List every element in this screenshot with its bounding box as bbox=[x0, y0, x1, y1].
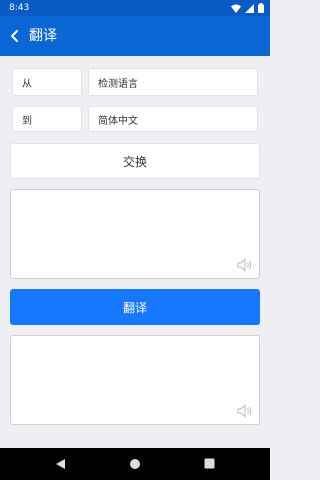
nav-recents-icon[interactable] bbox=[204, 458, 215, 469]
nav-home-icon[interactable] bbox=[129, 458, 141, 470]
app-bar: 翻译 bbox=[0, 16, 270, 56]
speaker-icon[interactable] bbox=[237, 258, 253, 272]
status-bar: 8:43 bbox=[0, 0, 270, 16]
status-icons bbox=[231, 3, 264, 13]
target-language-select[interactable]: 简体中文 bbox=[88, 106, 258, 132]
back-arrow-icon[interactable] bbox=[8, 28, 22, 44]
signal-icon bbox=[245, 3, 254, 13]
page-title: 翻译 bbox=[29, 28, 57, 44]
battery-icon bbox=[258, 3, 264, 13]
swap-button[interactable]: 交换 bbox=[10, 143, 260, 179]
to-label: 到 bbox=[12, 106, 82, 132]
source-text-input[interactable] bbox=[10, 189, 260, 279]
result-text-area bbox=[10, 335, 260, 425]
nav-back-icon[interactable] bbox=[55, 458, 66, 470]
source-language-select[interactable]: 检测语言 bbox=[88, 68, 258, 96]
from-label: 从 bbox=[12, 68, 82, 96]
speaker-icon[interactable] bbox=[237, 404, 253, 418]
status-time: 8:43 bbox=[9, 3, 30, 13]
system-nav-bar bbox=[0, 448, 270, 480]
wifi-icon bbox=[231, 4, 241, 13]
translate-button[interactable]: 翻译 bbox=[10, 289, 260, 325]
